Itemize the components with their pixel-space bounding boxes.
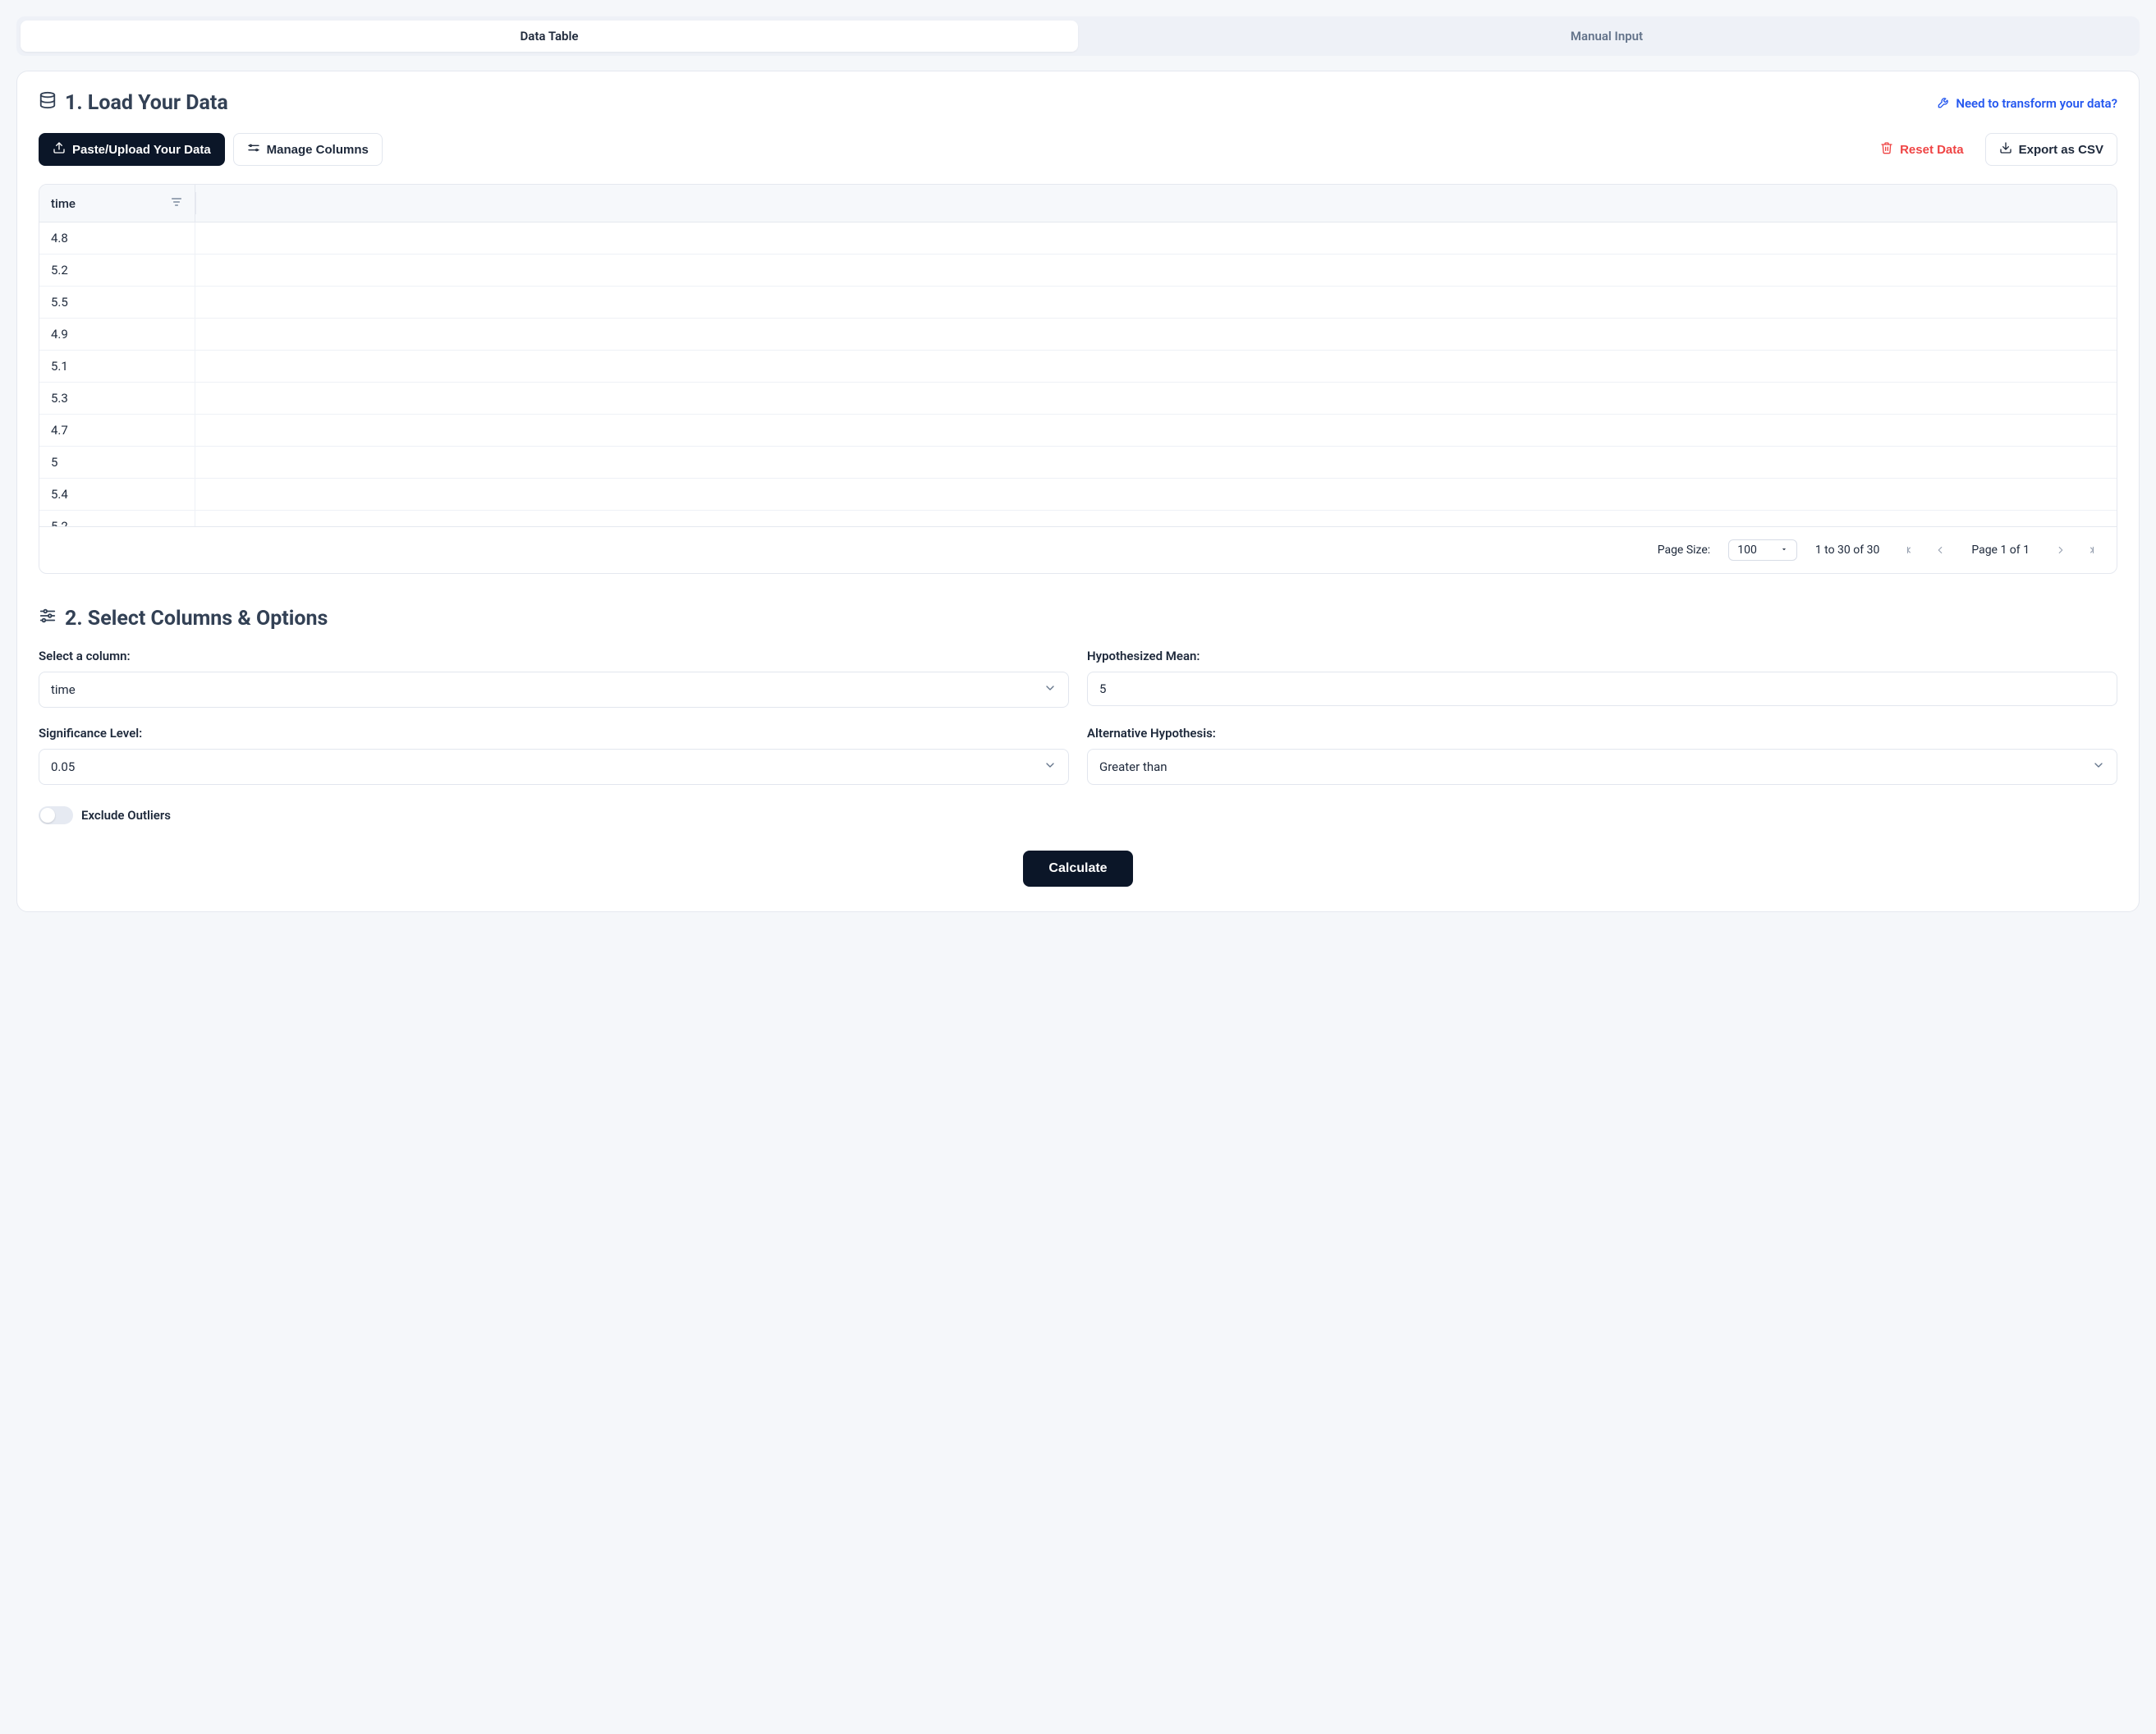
- chevron-down-icon: [1044, 759, 1057, 775]
- options-form: Select a column: time Hypothesized Mean:…: [39, 649, 2117, 785]
- trash-icon: [1880, 141, 1893, 158]
- table-row[interactable]: 4.9: [39, 319, 2117, 351]
- column-header-time[interactable]: time: [39, 185, 195, 222]
- calculate-row: Calculate: [39, 851, 2117, 887]
- table-row[interactable]: 5.4: [39, 479, 2117, 511]
- section1-title-text: 1. Load Your Data: [65, 91, 228, 115]
- last-page-icon[interactable]: [2077, 537, 2103, 563]
- page-range: 1 to 30 of 30: [1815, 544, 1880, 557]
- section1-title: 1. Load Your Data: [39, 91, 228, 115]
- column-select-value: time: [51, 682, 76, 697]
- caret-down-icon: [1780, 544, 1788, 557]
- settings-2-icon: [247, 141, 260, 158]
- pager-first-prev: [1897, 537, 1953, 563]
- table-row[interactable]: 5: [39, 447, 2117, 479]
- section1-header: 1. Load Your Data Need to transform your…: [39, 91, 2117, 115]
- chevron-down-icon: [2092, 759, 2105, 775]
- export-button-label: Export as CSV: [2019, 143, 2103, 157]
- table-cell: 5.3: [39, 383, 195, 414]
- alt-select[interactable]: Greater than: [1087, 749, 2117, 785]
- exclude-outliers-toggle[interactable]: [39, 806, 73, 824]
- database-icon: [39, 91, 57, 115]
- export-button[interactable]: Export as CSV: [1985, 133, 2117, 166]
- wrench-icon: [1938, 95, 1951, 112]
- page-info: Page 1 of 1: [1971, 544, 2030, 557]
- table-cell: 5.2: [39, 511, 195, 526]
- filter-icon[interactable]: [170, 195, 183, 212]
- transform-link-text: Need to transform your data?: [1956, 96, 2117, 111]
- exclude-outliers-label: Exclude Outliers: [81, 808, 171, 823]
- manage-columns-button[interactable]: Manage Columns: [233, 133, 383, 166]
- field-significance: Significance Level: 0.05: [39, 726, 1069, 785]
- pager-next-last: [2048, 537, 2103, 563]
- tab-manual-input[interactable]: Manual Input: [1078, 21, 2135, 52]
- manage-columns-label: Manage Columns: [267, 143, 369, 157]
- table-cell: 4.9: [39, 319, 195, 350]
- data-grid: time 4.85.25.54.95.15.34.755.45.25.14.95…: [39, 184, 2117, 574]
- reset-button-label: Reset Data: [1900, 143, 1964, 157]
- toggle-knob: [40, 808, 55, 823]
- alt-select-value: Greater than: [1099, 759, 1167, 774]
- table-cell: 4.7: [39, 415, 195, 446]
- section2-title-text: 2. Select Columns & Options: [65, 607, 328, 631]
- download-icon: [1999, 141, 2012, 158]
- prev-page-icon[interactable]: [1927, 537, 1953, 563]
- transform-link[interactable]: Need to transform your data?: [1938, 95, 2117, 112]
- sig-select-value: 0.05: [51, 759, 75, 774]
- mean-label: Hypothesized Mean:: [1087, 649, 2117, 663]
- grid-body[interactable]: 4.85.25.54.95.15.34.755.45.25.14.95.35.0: [39, 222, 2117, 526]
- table-cell: 5: [39, 447, 195, 478]
- table-cell: 5.1: [39, 351, 195, 382]
- calculate-button[interactable]: Calculate: [1023, 851, 1132, 887]
- reset-button[interactable]: Reset Data: [1867, 134, 1977, 165]
- page-size-value: 100: [1737, 544, 1757, 557]
- table-row[interactable]: 4.7: [39, 415, 2117, 447]
- upload-button-label: Paste/Upload Your Data: [72, 143, 211, 157]
- pagination-bar: Page Size: 100 1 to 30 of 30 Page 1 of 1: [39, 526, 2117, 573]
- section2-title: 2. Select Columns & Options: [39, 607, 2117, 631]
- first-page-icon[interactable]: [1897, 537, 1924, 563]
- table-cell: 4.8: [39, 222, 195, 254]
- mean-input[interactable]: 5: [1087, 672, 2117, 706]
- column-resize-handle[interactable]: [195, 192, 196, 214]
- field-mean: Hypothesized Mean: 5: [1087, 649, 2117, 708]
- table-row[interactable]: 5.5: [39, 287, 2117, 319]
- table-row[interactable]: 5.3: [39, 383, 2117, 415]
- column-header-label: time: [51, 196, 76, 211]
- page-size-select[interactable]: 100: [1728, 539, 1797, 561]
- exclude-outliers-row: Exclude Outliers: [39, 806, 2117, 824]
- upload-icon: [53, 141, 66, 158]
- sig-label: Significance Level:: [39, 726, 1069, 741]
- table-row[interactable]: 5.2: [39, 511, 2117, 526]
- table-row[interactable]: 5.2: [39, 255, 2117, 287]
- mean-input-value: 5: [1099, 681, 1106, 696]
- table-row[interactable]: 5.1: [39, 351, 2117, 383]
- upload-button[interactable]: Paste/Upload Your Data: [39, 133, 225, 166]
- table-cell: 5.5: [39, 287, 195, 318]
- alt-label: Alternative Hypothesis:: [1087, 726, 2117, 741]
- tab-data-table[interactable]: Data Table: [21, 21, 1078, 52]
- table-cell: 5.4: [39, 479, 195, 510]
- field-column: Select a column: time: [39, 649, 1069, 708]
- column-select[interactable]: time: [39, 672, 1069, 708]
- chevron-down-icon: [1044, 681, 1057, 698]
- page-size-label: Page Size:: [1658, 544, 1711, 557]
- column-label: Select a column:: [39, 649, 1069, 663]
- sig-select[interactable]: 0.05: [39, 749, 1069, 785]
- field-alt-hypothesis: Alternative Hypothesis: Greater than: [1087, 726, 2117, 785]
- table-cell: 5.2: [39, 255, 195, 286]
- main-card: 1. Load Your Data Need to transform your…: [16, 71, 2140, 912]
- sliders-icon: [39, 607, 57, 631]
- tabs-container: Data Table Manual Input: [16, 16, 2140, 56]
- next-page-icon[interactable]: [2048, 537, 2074, 563]
- section1-toolbar: Paste/Upload Your Data Manage Columns Re…: [39, 133, 2117, 166]
- table-row[interactable]: 4.8: [39, 222, 2117, 255]
- grid-header-row: time: [39, 185, 2117, 222]
